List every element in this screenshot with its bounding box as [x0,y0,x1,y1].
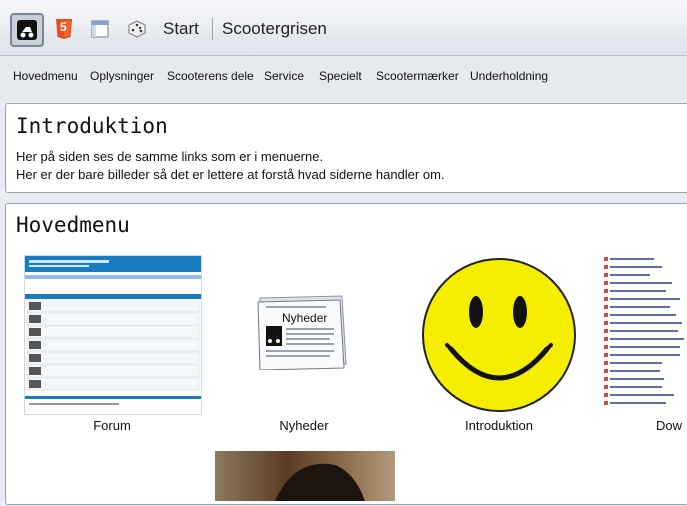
menu-item-underholdning[interactable]: Underholdning [470,69,548,83]
hovedmenu-panel: Hovedmenu Forum Nyheder Nyheder Introduk… [5,203,687,505]
intro-line-1: Her på siden ses de samme links som er i… [16,149,324,164]
menu-item-hovedmenu[interactable]: Hovedmenu [13,69,78,83]
nyheder-thumbnail[interactable]: Nyheder [256,294,352,371]
smiley-icon[interactable] [421,257,577,413]
download-caption[interactable]: Dow [656,418,687,433]
introduktion-caption[interactable]: Introduktion [449,418,549,433]
intro-heading: Introduktion [16,114,168,138]
intro-line-2: Her er der bare billeder så det er lette… [16,167,445,182]
nyheder-image-text: Nyheder [282,311,328,325]
forum-caption[interactable]: Forum [24,418,200,433]
main-menu: Hovedmenu Oplysninger Scooterens dele Se… [0,56,687,100]
menu-item-service[interactable]: Service [264,69,304,83]
file-list-thumbnail[interactable] [602,254,687,414]
title-separator [212,18,213,40]
nyheder-caption[interactable]: Nyheder [254,418,354,433]
start-link[interactable]: Start [163,19,199,39]
intro-panel: Introduktion Her på siden ses de samme l… [5,103,687,193]
photo-thumbnail[interactable] [215,451,395,501]
site-title: Scootergrisen [222,19,327,38]
menu-item-oplysninger[interactable]: Oplysninger [90,69,154,83]
html5-icon[interactable]: 5 [50,15,78,43]
scooter-app-icon[interactable] [10,13,44,47]
dice-icon[interactable] [123,15,151,43]
hovedmenu-heading: Hovedmenu [16,213,130,237]
title-bar: 5 Start Scootergrisen [0,0,687,56]
forum-thumbnail[interactable] [24,255,202,415]
menu-item-scooterens-dele[interactable]: Scooterens dele [167,69,254,83]
menu-item-specielt[interactable]: Specielt [319,69,362,83]
intro-text: Her på siden ses de samme links som er i… [16,148,445,184]
window-icon[interactable] [86,15,114,43]
menu-item-scootermaerker[interactable]: Scootermærker [376,69,459,83]
html5-label: 5 [60,20,67,34]
